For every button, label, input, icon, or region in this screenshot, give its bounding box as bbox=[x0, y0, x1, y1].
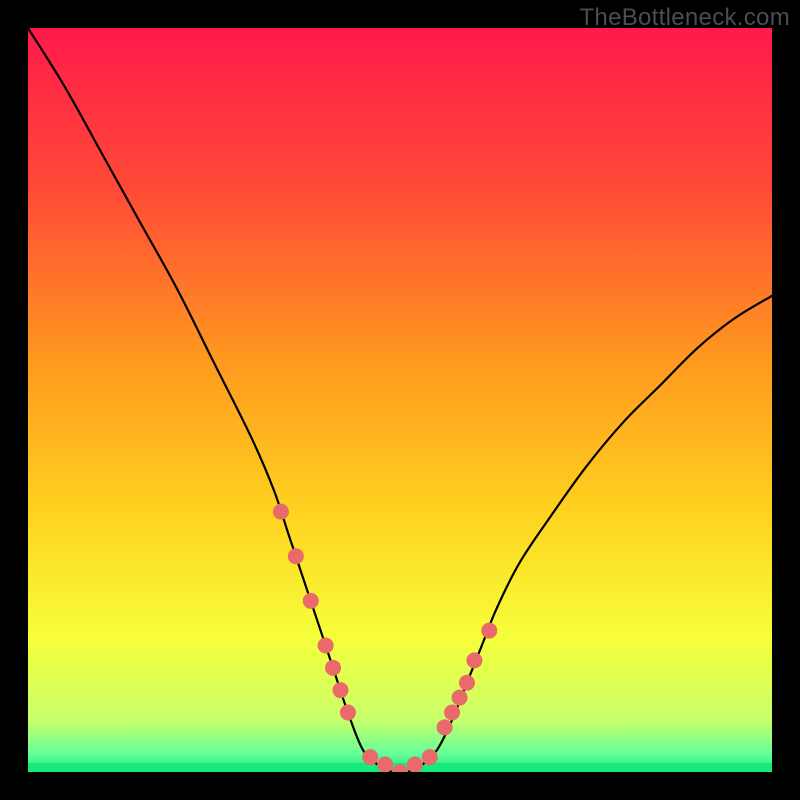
chart-plot bbox=[28, 28, 772, 772]
plot-background bbox=[28, 28, 772, 772]
highlight-point bbox=[466, 652, 482, 668]
highlight-point bbox=[377, 757, 393, 772]
highlight-point bbox=[437, 719, 453, 735]
highlight-point bbox=[318, 638, 334, 654]
highlight-point bbox=[444, 704, 460, 720]
highlight-point bbox=[407, 757, 423, 772]
highlight-point bbox=[288, 548, 304, 564]
highlight-point bbox=[422, 749, 438, 765]
chart-frame: TheBottleneck.com bbox=[0, 0, 800, 800]
highlight-point bbox=[325, 660, 341, 676]
highlight-point bbox=[273, 504, 289, 520]
highlight-point bbox=[452, 690, 468, 706]
highlight-point bbox=[459, 675, 475, 691]
highlight-point bbox=[340, 704, 356, 720]
highlight-point bbox=[362, 749, 378, 765]
highlight-point bbox=[481, 623, 497, 639]
highlight-point bbox=[303, 593, 319, 609]
highlight-point bbox=[332, 682, 348, 698]
